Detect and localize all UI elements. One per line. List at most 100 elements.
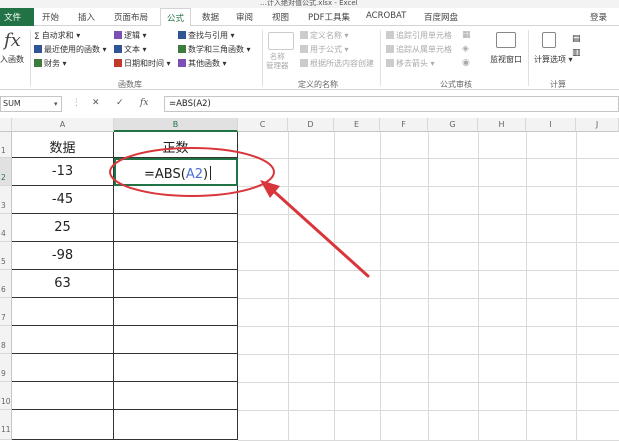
name-box-dropdown-icon[interactable]: ▾	[54, 100, 58, 108]
cell-a9[interactable]	[12, 354, 114, 382]
gridline-vertical	[288, 132, 289, 440]
column-header-e[interactable]: E	[334, 118, 380, 132]
tab-home[interactable]: 开始	[42, 11, 59, 23]
row-header-1[interactable]: 1	[0, 132, 12, 158]
calc-now-icon[interactable]: ▤	[572, 34, 581, 44]
gridline-horizontal	[238, 214, 619, 215]
tab-page-layout[interactable]: 页面布局	[114, 11, 148, 23]
row-header-4[interactable]: 4	[0, 214, 12, 242]
gridline-vertical	[576, 132, 577, 440]
column-header-i[interactable]: I	[526, 118, 576, 132]
cell-b3[interactable]	[114, 186, 238, 214]
cell-b8[interactable]	[114, 326, 238, 354]
cell-b7[interactable]	[114, 298, 238, 326]
text-functions-button[interactable]: 文本 ▾	[114, 44, 147, 55]
create-from-selection-button[interactable]: 根据所选内容创建	[300, 58, 374, 69]
use-in-formula-button[interactable]: 用于公式 ▾	[300, 44, 349, 55]
row-header-9[interactable]: 9	[0, 354, 12, 382]
cell-b9[interactable]	[114, 354, 238, 382]
error-check-icon[interactable]: ◈	[462, 44, 469, 54]
divider	[528, 30, 529, 86]
cell-b6[interactable]	[114, 270, 238, 298]
insert-function-fx-icon[interactable]: fx	[140, 98, 148, 108]
column-header-a[interactable]: A	[12, 118, 114, 132]
name-manager-button[interactable]: 名称 管理器	[266, 52, 289, 70]
column-header-h[interactable]: H	[478, 118, 526, 132]
cell-b1[interactable]: 正数	[114, 132, 238, 158]
define-name-button[interactable]: 定义名称 ▾	[300, 30, 349, 41]
calc-sheet-icon[interactable]: ▥	[572, 48, 581, 58]
insert-function-label[interactable]: 入函数	[0, 54, 24, 65]
datetime-button[interactable]: 日期和时间 ▾	[114, 58, 171, 69]
evaluate-formula-icon[interactable]: ◉	[462, 58, 470, 68]
column-header-d[interactable]: D	[288, 118, 334, 132]
tab-acrobat[interactable]: ACROBAT	[366, 11, 406, 21]
row-header-10[interactable]: 10	[0, 382, 12, 410]
cell-a2[interactable]: -13	[12, 158, 114, 186]
cell-a10[interactable]	[12, 382, 114, 410]
trace-dependents-button[interactable]: 追踪从属单元格	[386, 44, 452, 55]
cell-a11[interactable]	[12, 410, 114, 440]
financial-button[interactable]: 财务 ▾	[34, 58, 67, 69]
tab-formulas[interactable]: 公式	[160, 8, 192, 27]
cancel-icon[interactable]: ✕	[92, 98, 100, 108]
row-header-7[interactable]: 7	[0, 298, 12, 326]
window-title: …计入绝对值公式.xlsx - Excel	[260, 0, 358, 7]
cell-b10[interactable]	[114, 382, 238, 410]
column-header-g[interactable]: G	[428, 118, 478, 132]
row-header-3[interactable]: 3	[0, 186, 12, 214]
tab-baidu[interactable]: 百度网盘	[424, 11, 458, 23]
cell-a5[interactable]: -98	[12, 242, 114, 270]
insert-function-icon[interactable]: fx	[4, 30, 21, 51]
column-header-f[interactable]: F	[380, 118, 428, 132]
logical-button[interactable]: 逻辑 ▾	[114, 30, 147, 41]
remove-arrows-button[interactable]: 移去箭头 ▾	[386, 58, 435, 69]
cell-b11[interactable]	[114, 410, 238, 440]
annotation-arrow-shaft	[266, 184, 370, 278]
cell-a4[interactable]: 25	[12, 214, 114, 242]
row-header-6[interactable]: 6	[0, 270, 12, 298]
tab-pdf[interactable]: PDF工具集	[308, 11, 350, 23]
row-header-5[interactable]: 5	[0, 242, 12, 270]
gridline-horizontal	[238, 186, 619, 187]
tab-file[interactable]: 文件	[0, 8, 34, 26]
row-header-2[interactable]: 2	[0, 158, 12, 186]
tab-review[interactable]: 审阅	[236, 11, 253, 23]
annotation-arrow-head	[260, 180, 280, 198]
trace-precedents-button[interactable]: 追踪引用单元格	[386, 30, 452, 41]
tab-data[interactable]: 数据	[202, 11, 219, 23]
tab-view[interactable]: 视图	[272, 11, 289, 23]
tag-icon	[268, 32, 294, 50]
trace-precedents-icon	[386, 31, 394, 39]
cell-a6[interactable]: 63	[12, 270, 114, 298]
cell-a8[interactable]	[12, 326, 114, 354]
formula-prefix: =ABS(	[144, 167, 186, 182]
recent-functions-button[interactable]: 最近使用的函数 ▾	[34, 44, 107, 55]
calc-options-button[interactable]: 计算选项 ▾	[534, 54, 573, 65]
column-header-b[interactable]: B	[114, 118, 238, 132]
column-header-c[interactable]: C	[238, 118, 288, 132]
cell-b2-active[interactable]: =ABS(A2)	[114, 158, 238, 186]
show-formulas-icon[interactable]: ▦	[462, 30, 471, 40]
column-header-j[interactable]: J	[576, 118, 619, 132]
login-link[interactable]: 登录	[590, 11, 607, 23]
gridline-vertical	[478, 132, 479, 440]
row-header-8[interactable]: 8	[0, 326, 12, 354]
cell-b5[interactable]	[114, 242, 238, 270]
lookup-button[interactable]: 查找与引用 ▾	[178, 30, 235, 41]
use-in-formula-icon	[300, 45, 308, 53]
other-functions-button[interactable]: 其他函数 ▾	[178, 58, 227, 69]
math-trig-button[interactable]: 数学和三角函数 ▾	[178, 44, 251, 55]
watch-window-button[interactable]: 监视窗口	[490, 54, 522, 65]
select-all-corner[interactable]	[0, 118, 12, 132]
cell-a1[interactable]: 数据	[12, 132, 114, 158]
cell-a7[interactable]	[12, 298, 114, 326]
name-box[interactable]: SUM	[0, 96, 62, 112]
cell-b4[interactable]	[114, 214, 238, 242]
tab-insert[interactable]: 插入	[78, 11, 95, 23]
cell-a3[interactable]: -45	[12, 186, 114, 214]
enter-icon[interactable]: ✓	[116, 98, 124, 108]
autosum-button[interactable]: Σ 自动求和 ▾	[34, 30, 80, 42]
row-header-11[interactable]: 11	[0, 410, 12, 440]
formula-input[interactable]: =ABS(A2)	[164, 96, 619, 112]
